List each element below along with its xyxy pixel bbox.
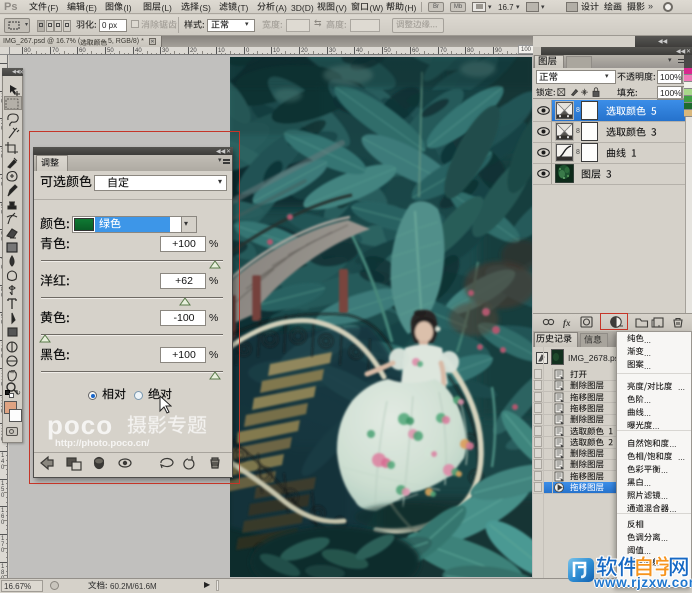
svg-text:fx: fx <box>563 318 571 328</box>
